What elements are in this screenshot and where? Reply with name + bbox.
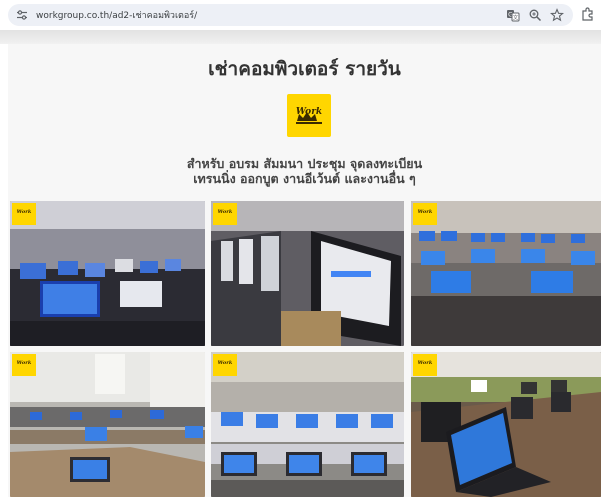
photo-badge: Work [213,354,237,376]
laptop-rows-image [411,201,601,346]
photo-badge: Work [12,203,36,225]
training-room-image [10,201,205,346]
photo-classroom-laptops-bright[interactable]: Work [10,352,205,497]
photo-badge: Work [413,203,437,225]
page-title: เช่าคอมพิวเตอร์ รายวัน [208,58,401,80]
subtitle-line-1: สำหรับ อบรม สัมมนา ประชุม จุดลงทะเบียน [186,156,423,171]
page-subtitle: สำหรับ อบรม สัมมนา ประชุม จุดลงทะเบียน เ… [8,156,601,186]
classroom-laptops-image [10,352,205,497]
photo-lab-monitors-closeup[interactable]: Work [211,201,404,346]
workgroup-logo[interactable]: Work [287,94,331,137]
logo-text: Work [295,107,323,117]
lab-monitors-image [211,201,404,346]
address-bar[interactable]: workgroup.co.th/ad2-เช่าคอมพิวเตอร์/ G 文 [8,4,573,26]
photo-laptops-long-table[interactable]: Work [411,352,601,497]
photo-laptop-rows-conference[interactable]: Work [411,201,601,346]
photo-badge: Work [413,354,437,376]
photo-badge: Work [12,354,36,376]
extensions-icon[interactable] [580,7,594,23]
translate-icon[interactable]: G 文 [506,8,520,22]
page-content: เช่าคอมพิวเตอร์ รายวัน Work สำหรับ อบรม … [8,44,601,497]
laptops-long-table-image [411,352,601,497]
zoom-icon[interactable] [528,8,542,22]
photo-badge: Work [213,203,237,225]
seminar-hall-image [211,352,404,497]
photo-training-room-desktops[interactable]: Work [10,201,205,346]
browser-toolbar: workgroup.co.th/ad2-เช่าคอมพิวเตอร์/ G 文 [0,0,601,30]
subtitle-line-2: เทรนนิ่ง ออกบูต งานอีเว้นต์ และงานอื่น ๆ [193,171,416,186]
photo-seminar-hall-laptops[interactable]: Work [211,352,404,497]
toolbar-divider [0,30,601,44]
tune-icon[interactable] [16,9,28,21]
bookmark-star-icon[interactable] [550,8,564,22]
svg-text:文: 文 [513,14,519,22]
url-text[interactable]: workgroup.co.th/ad2-เช่าคอมพิวเตอร์/ [36,8,197,22]
